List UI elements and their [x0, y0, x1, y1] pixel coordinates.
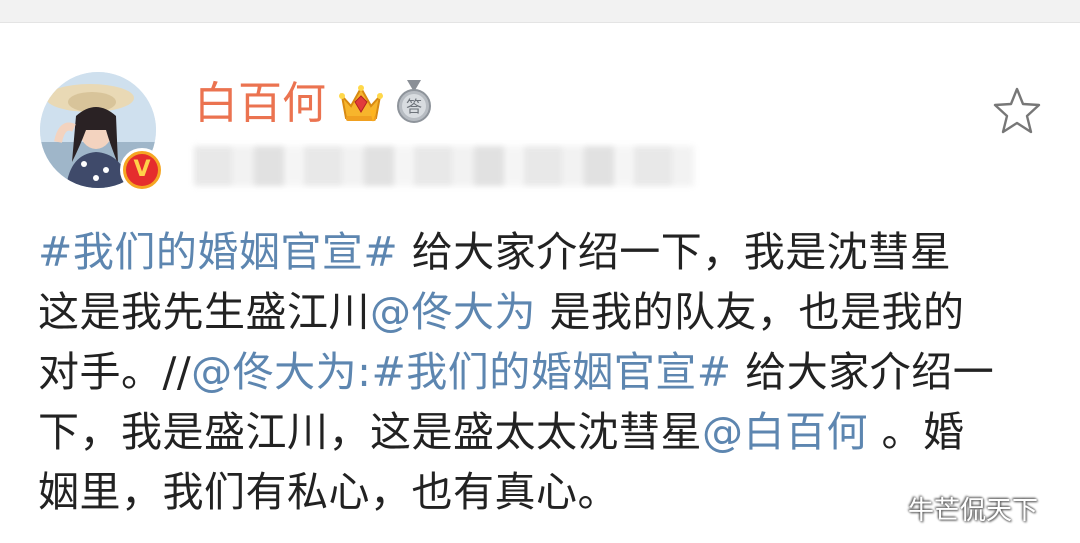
post-text-segment: 对手。//: [38, 348, 192, 396]
star-icon[interactable]: [992, 86, 1042, 134]
medal-label: 答: [406, 97, 422, 116]
post-link[interactable]: #我们的婚姻官宣#: [38, 228, 398, 276]
post-text: #我们的婚姻官宣# 给大家介绍一下，我是沈彗星 这是我先生盛江川@佟大为 是我的队…: [38, 222, 1048, 522]
post-line: #我们的婚姻官宣# 给大家介绍一下，我是沈彗星: [38, 222, 1048, 282]
verified-v-text: V: [126, 154, 158, 186]
verified-v-icon: V: [120, 148, 164, 192]
post-text-segment: 。婚: [868, 408, 965, 456]
post-line: 姻里，我们有私心，也有真心。: [38, 462, 1048, 522]
blurred-timestamp-source: [194, 146, 694, 186]
post-text-segment: 姻里，我们有私心，也有真心。: [38, 468, 619, 516]
post-line: 这是我先生盛江川@佟大为 是我的队友，也是我的: [38, 282, 1048, 342]
post-link[interactable]: @佟大为:#我们的婚姻官宣#: [191, 348, 732, 396]
post-link[interactable]: @佟大为: [370, 288, 536, 336]
answer-medal-icon[interactable]: 答: [394, 78, 434, 124]
post-line: 下，我是盛江川，这是盛太太沈彗星@白百何 。婚: [38, 402, 1048, 462]
post-text-segment: 给大家介绍一: [731, 348, 995, 396]
post-text-segment: 给大家介绍一下，我是沈彗星: [398, 228, 952, 276]
post-text-segment: 下，我是盛江川，这是盛太太沈彗星: [38, 408, 702, 456]
username-link[interactable]: 白百何: [194, 76, 326, 132]
post-text-segment: 这是我先生盛江川: [38, 288, 370, 336]
crown-level-icon[interactable]: [338, 82, 384, 124]
post-line: 对手。//@佟大为:#我们的婚姻官宣# 给大家介绍一: [38, 342, 1048, 402]
watermark: 牛芒侃天下: [908, 496, 1039, 526]
post-text-segment: 是我的队友，也是我的: [536, 288, 965, 336]
top-divider-strip: [0, 0, 1080, 23]
post-link[interactable]: @白百何: [702, 408, 868, 456]
